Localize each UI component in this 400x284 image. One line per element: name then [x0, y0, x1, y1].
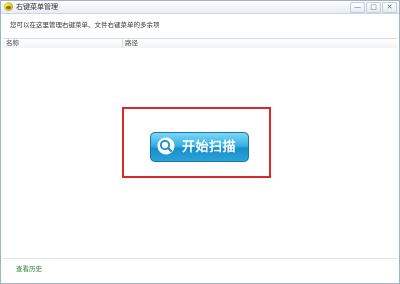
view-history-link[interactable]: 查看历史 [16, 265, 42, 273]
close-button[interactable]: ✕ [382, 2, 397, 13]
app-window: 右键菜单管理 — □ ✕ 您可以在这里管理右键菜单、文件右键菜单的多余项 名称 … [0, 0, 400, 284]
app-icon [4, 2, 13, 11]
minimize-button[interactable]: — [350, 2, 365, 13]
column-header-path[interactable]: 路径 [125, 39, 395, 48]
title-bar: 右键菜单管理 — □ ✕ [1, 1, 399, 14]
description-text: 您可以在这里管理右键菜单、文件右键菜单的多余项 [10, 21, 160, 29]
window-title: 右键菜单管理 [16, 3, 58, 11]
window-controls: — □ ✕ [350, 2, 397, 13]
search-icon [157, 137, 175, 155]
start-scan-button[interactable]: 开始扫描 [150, 132, 249, 162]
start-scan-label: 开始扫描 [182, 140, 237, 155]
maximize-button[interactable]: □ [366, 2, 381, 13]
footer-divider [3, 258, 397, 259]
column-header-name[interactable]: 名称 [6, 39, 123, 48]
